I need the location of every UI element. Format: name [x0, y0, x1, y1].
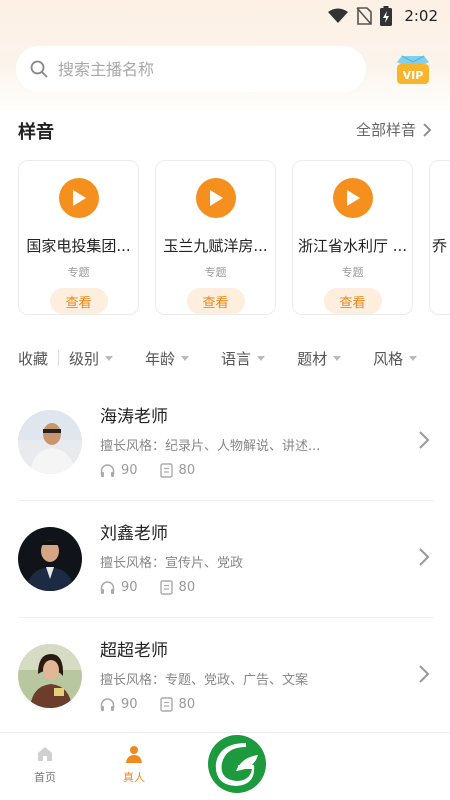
sample-name: 国家电投集团...	[26, 237, 131, 255]
filter-language[interactable]: 语言	[221, 348, 266, 369]
document-icon	[159, 580, 173, 595]
sample-name: 乔	[432, 237, 448, 255]
filter-age[interactable]: 年龄	[145, 348, 190, 369]
sample-card[interactable]: 国家电投集团... 专题 查看	[18, 160, 139, 315]
caret-down-icon	[105, 355, 114, 361]
avatar	[18, 644, 82, 708]
filter-subject[interactable]: 题材	[297, 348, 342, 369]
filter-language-label: 语言	[221, 349, 252, 368]
teacher-style: 擅长风格：纪录片、人物解说、讲述...	[100, 439, 321, 454]
teacher-stats: 90 80	[100, 580, 217, 595]
play-icon[interactable]	[195, 178, 236, 218]
clock: 2:02	[404, 7, 438, 25]
teacher-list-item[interactable]: 海涛老师 擅长风格：纪录片、人物解说、讲述... 90 80	[18, 402, 434, 502]
teacher-stats: 90 80	[100, 697, 217, 712]
teacher-list-item[interactable]: 刘鑫老师 擅长风格：宣传片、党政 90 80	[18, 519, 434, 619]
filter-bar: 收藏 级别 年龄 语言 题材 风格	[18, 346, 438, 370]
svg-text:VIP: VIP	[403, 69, 424, 82]
samples-title: 样音	[18, 122, 54, 143]
no-sim-icon	[356, 7, 373, 25]
teacher-name: 超超老师	[100, 641, 168, 661]
headphones-icon	[100, 463, 115, 477]
samples-carousel[interactable]: 国家电投集团... 专题 查看 玉兰九赋洋房... 专题 查看 浙江省水利厅 .…	[18, 160, 450, 316]
play-icon[interactable]	[58, 178, 99, 218]
sample-tag: 专题	[341, 266, 364, 279]
wifi-icon	[328, 8, 349, 23]
search-input[interactable]	[58, 59, 338, 79]
tab-home[interactable]: 首页	[15, 745, 75, 785]
listen-count: 90	[121, 697, 138, 712]
list-divider	[18, 617, 434, 618]
caret-down-icon	[333, 355, 342, 361]
tab-real-person[interactable]: 真人	[104, 745, 164, 785]
document-icon	[159, 463, 173, 478]
home-icon	[38, 747, 52, 761]
search-icon	[30, 60, 48, 78]
status-bar: 2:02	[0, 0, 450, 32]
headphones-icon	[100, 697, 115, 711]
avatar	[18, 527, 82, 591]
teacher-style: 擅长风格：专题、党政、广告、文案	[100, 673, 309, 688]
teacher-name: 海涛老师	[100, 407, 168, 427]
vip-icon[interactable]: VIP	[394, 50, 432, 86]
work-count: 80	[178, 580, 196, 595]
document-icon	[159, 697, 173, 712]
tab-real-person-label: 真人	[123, 771, 145, 784]
view-button[interactable]: 查看	[323, 288, 382, 314]
sample-card[interactable]: 乔	[429, 160, 450, 315]
all-samples-link[interactable]: 全部样音	[356, 119, 432, 140]
caret-down-icon	[257, 355, 266, 361]
teacher-style: 擅长风格：宣传片、党政	[100, 556, 244, 571]
filter-favorite-label: 收藏	[18, 349, 49, 368]
filter-level-label: 级别	[69, 349, 100, 368]
sample-card[interactable]: 浙江省水利厅 ... 专题 查看	[292, 160, 413, 315]
chevron-right-icon	[419, 548, 430, 566]
listen-count: 90	[121, 580, 138, 595]
filter-style-label: 风格	[373, 349, 404, 368]
headphones-icon	[100, 580, 115, 594]
view-button[interactable]: 查看	[49, 288, 108, 314]
sample-card[interactable]: 玉兰九赋洋房... 专题 查看	[155, 160, 276, 315]
battery-charging-icon	[380, 6, 393, 26]
work-count: 80	[178, 463, 196, 478]
all-samples-label: 全部样音	[355, 121, 416, 139]
chevron-right-icon	[419, 665, 430, 683]
chevron-right-icon	[419, 431, 430, 449]
person-icon	[126, 746, 142, 763]
teacher-list-item[interactable]: 超超老师 擅长风格：专题、党政、广告、文案 90 80	[18, 636, 434, 736]
filter-divider	[58, 350, 60, 366]
sample-name: 玉兰九赋洋房...	[163, 237, 268, 255]
caret-down-icon	[181, 355, 190, 361]
teacher-stats: 90 80	[100, 463, 217, 478]
work-count: 80	[178, 697, 196, 712]
filter-style[interactable]: 风格	[373, 348, 418, 369]
avatar	[18, 410, 82, 474]
list-divider	[18, 500, 434, 501]
filter-level[interactable]: 级别	[69, 348, 114, 369]
chevron-right-icon	[423, 122, 432, 137]
sample-name: 浙江省水利厅 ...	[297, 237, 408, 255]
tab-home-label: 首页	[34, 771, 56, 784]
filter-subject-label: 题材	[297, 349, 328, 368]
brand-logo-icon	[208, 735, 266, 793]
view-button[interactable]: 查看	[186, 288, 245, 314]
play-icon[interactable]	[332, 178, 373, 218]
filter-favorite[interactable]: 收藏	[18, 348, 48, 369]
sample-tag: 专题	[67, 266, 90, 279]
sample-tag: 专题	[204, 266, 227, 279]
search-bar[interactable]	[16, 46, 366, 92]
teacher-name: 刘鑫老师	[100, 524, 168, 544]
caret-down-icon	[409, 355, 418, 361]
filter-age-label: 年龄	[145, 349, 176, 368]
listen-count: 90	[121, 463, 138, 478]
